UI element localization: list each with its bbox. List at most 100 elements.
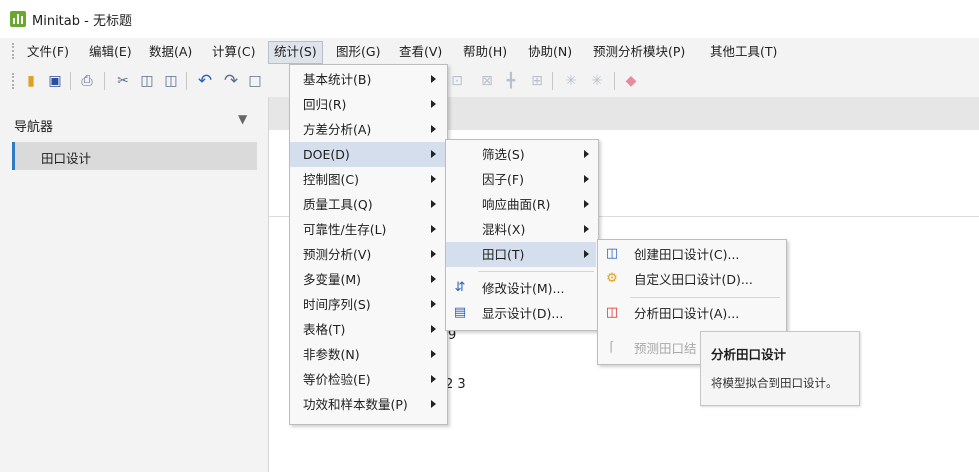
toolbar-grip xyxy=(12,73,16,89)
navigator-item-label: 田口设计 xyxy=(41,151,92,166)
cut-icon[interactable]: ✂ xyxy=(114,72,132,90)
menu-item-analyze-taguchi[interactable]: ◫ 分析田口设计(A)... xyxy=(598,301,784,326)
paste-icon[interactable]: ◫ xyxy=(162,72,180,90)
menu-item-nonparametric[interactable]: 非参数(N) xyxy=(290,342,445,367)
menu-item-multivariate[interactable]: 多变量(M) xyxy=(290,267,445,292)
menu-item-taguchi[interactable]: 田口(T) xyxy=(446,242,596,267)
menu-item-label: 非参数(N) xyxy=(303,347,360,362)
toolbar-separator xyxy=(70,72,71,90)
display-design-icon: ▤ xyxy=(453,305,467,320)
menu-item-label: 预测分析(V) xyxy=(303,247,372,262)
menu-stat[interactable]: 统计(S) xyxy=(268,41,323,64)
tool-link-icon[interactable]: ⊠ xyxy=(478,72,496,90)
minitab-logo-icon xyxy=(10,11,26,27)
undo-icon[interactable]: ↶ xyxy=(196,72,214,90)
title-bar xyxy=(0,0,979,38)
menu-item-label: 方差分析(A) xyxy=(303,122,372,137)
chevron-down-icon[interactable]: ▼ xyxy=(238,112,247,126)
tool-layout-icon[interactable]: ⊡ xyxy=(448,72,466,90)
menu-item-modify-design[interactable]: ⇵ 修改设计(M)... xyxy=(446,276,596,301)
menu-item-quality-tools[interactable]: 质量工具(Q) xyxy=(290,192,445,217)
menu-item-tables[interactable]: 表格(T) xyxy=(290,317,445,342)
menu-item-label: 分析田口设计(A)... xyxy=(634,306,740,321)
submenu-arrow-icon xyxy=(584,225,589,233)
menu-item-label: 功效和样本数量(P) xyxy=(303,397,408,412)
brush-settings-icon[interactable]: ✳ xyxy=(588,72,606,90)
submenu-arrow-icon xyxy=(431,400,436,408)
submenu-arrow-icon xyxy=(584,250,589,258)
tool-tree-icon[interactable]: ╋ xyxy=(502,72,520,90)
print-icon[interactable]: ⎙ xyxy=(78,72,96,90)
submenu-arrow-icon xyxy=(431,200,436,208)
toolbar-separator xyxy=(552,72,553,90)
menu-item-power-sample-size[interactable]: 功效和样本数量(P) xyxy=(290,392,445,417)
window-title: Minitab - 无标题 xyxy=(32,14,132,29)
menu-item-regression[interactable]: 回归(R) xyxy=(290,92,445,117)
menu-view[interactable]: 查看(V) xyxy=(394,42,447,62)
menu-item-anova[interactable]: 方差分析(A) xyxy=(290,117,445,142)
navigator-title: 导航器 xyxy=(14,120,54,135)
toolbar-separator xyxy=(186,72,187,90)
menu-file[interactable]: 文件(F) xyxy=(22,42,74,62)
submenu-arrow-icon xyxy=(431,350,436,358)
brush-icon[interactable]: ✳ xyxy=(562,72,580,90)
modify-design-icon: ⇵ xyxy=(454,280,466,295)
menu-item-define-custom-taguchi[interactable]: ⚙ 自定义田口设计(D)... xyxy=(598,267,784,292)
redo-icon[interactable]: ↷ xyxy=(222,72,240,90)
open-folder-icon[interactable]: ▮ xyxy=(22,72,40,90)
menu-item-label: 创建田口设计(C)... xyxy=(634,247,740,262)
menu-item-doe[interactable]: DOE(D) xyxy=(290,142,445,167)
menu-assistant[interactable]: 协助(N) xyxy=(523,42,577,62)
menu-graph[interactable]: 图形(G) xyxy=(331,42,385,62)
menu-item-create-taguchi[interactable]: ◫ 创建田口设计(C)... xyxy=(598,242,784,267)
menu-item-label: 响应曲面(R) xyxy=(482,197,551,212)
submenu-arrow-icon xyxy=(431,300,436,308)
doe-submenu: 筛选(S) 因子(F) 响应曲面(R) 混料(X) 田口(T) ⇵ 修改设计(M)… xyxy=(445,139,599,331)
submenu-arrow-icon xyxy=(431,175,436,183)
navigator-item-taguchi[interactable]: 田口设计 xyxy=(12,142,257,170)
menu-item-label: 基本统计(B) xyxy=(303,72,372,87)
new-worksheet-icon[interactable]: □ xyxy=(246,72,264,90)
menu-item-label: 时间序列(S) xyxy=(303,297,371,312)
menu-help[interactable]: 帮助(H) xyxy=(458,42,512,62)
menu-item-screening[interactable]: 筛选(S) xyxy=(446,142,596,167)
save-icon[interactable]: ▣ xyxy=(46,72,64,90)
submenu-arrow-icon xyxy=(584,150,589,158)
submenu-arrow-icon xyxy=(431,250,436,258)
menu-data[interactable]: 数据(A) xyxy=(144,42,197,62)
menu-item-reliability[interactable]: 可靠性/生存(L) xyxy=(290,217,445,242)
menu-item-label: 田口(T) xyxy=(482,247,525,262)
menu-item-display-design[interactable]: ▤ 显示设计(D)... xyxy=(446,301,596,326)
menu-item-factorial[interactable]: 因子(F) xyxy=(446,167,596,192)
submenu-arrow-icon xyxy=(431,100,436,108)
eraser-icon[interactable]: ◆ xyxy=(622,72,640,90)
menu-item-label: 显示设计(D)... xyxy=(482,306,564,321)
menu-calc[interactable]: 计算(C) xyxy=(207,42,260,62)
copy-icon[interactable]: ◫ xyxy=(138,72,156,90)
menu-tools[interactable]: 其他工具(T) xyxy=(705,42,782,62)
toolbar-separator xyxy=(614,72,615,90)
menu-item-label: 回归(R) xyxy=(303,97,347,112)
menu-item-label: 因子(F) xyxy=(482,172,524,187)
menu-item-label: 筛选(S) xyxy=(482,147,525,162)
menu-item-mixture[interactable]: 混料(X) xyxy=(446,217,596,242)
menu-item-response-surface[interactable]: 响应曲面(R) xyxy=(446,192,596,217)
workspace-text-fragment: 2 3 xyxy=(445,377,466,392)
submenu-arrow-icon xyxy=(584,175,589,183)
menu-item-label: 控制图(C) xyxy=(303,172,359,187)
menu-predictive[interactable]: 预测分析模块(P) xyxy=(588,42,690,62)
menu-item-time-series[interactable]: 时间序列(S) xyxy=(290,292,445,317)
menu-edit[interactable]: 编辑(E) xyxy=(84,42,137,62)
menu-item-label: DOE(D) xyxy=(303,147,350,162)
menu-item-equivalence[interactable]: 等价检验(E) xyxy=(290,367,445,392)
menu-item-control-charts[interactable]: 控制图(C) xyxy=(290,167,445,192)
submenu-arrow-icon xyxy=(431,150,436,158)
menu-item-basic-stats[interactable]: 基本统计(B) xyxy=(290,67,445,92)
menu-item-predictive[interactable]: 预测分析(V) xyxy=(290,242,445,267)
menu-item-label: 等价检验(E) xyxy=(303,372,371,387)
tooltip-body: 将模型拟合到田口设计。 xyxy=(711,376,838,390)
menu-item-label: 预测田口结 xyxy=(634,341,697,356)
tool-grid-icon[interactable]: ⊞ xyxy=(528,72,546,90)
menu-item-label: 多变量(M) xyxy=(303,272,362,287)
menu-separator xyxy=(478,271,594,272)
